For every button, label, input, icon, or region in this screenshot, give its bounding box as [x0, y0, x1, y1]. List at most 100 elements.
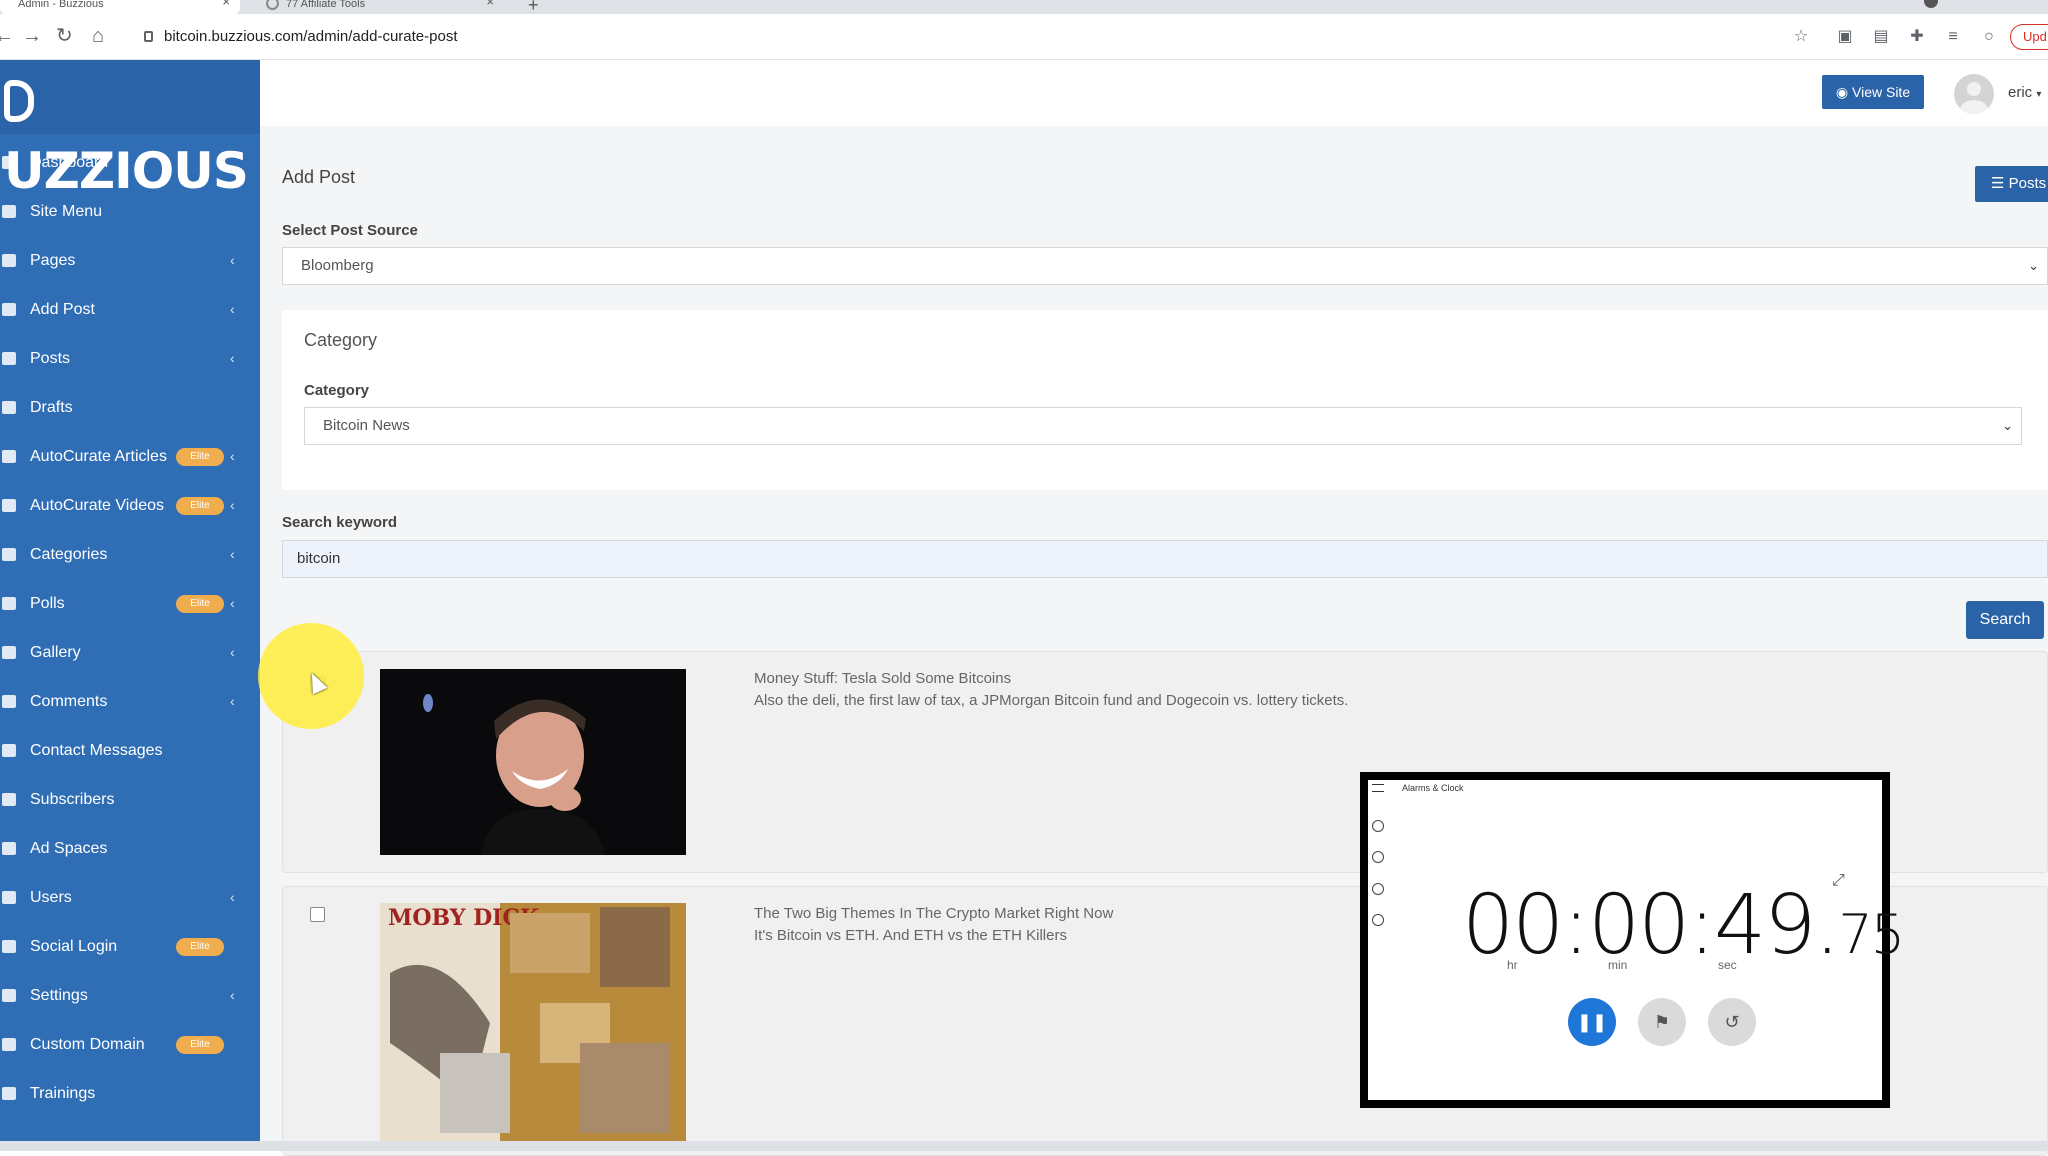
sidebar-item-site-menu[interactable]: Site Menu [0, 187, 260, 236]
lock-icon [144, 31, 153, 42]
sidebar-item-contact-messages[interactable]: Contact Messages [0, 726, 260, 775]
chevron-left-icon[interactable]: ‹ [230, 677, 235, 726]
sidebar-item-icon [2, 842, 16, 855]
tab-title: 77 Affiliate Tools [286, 0, 366, 10]
browser-update-button[interactable]: Upd [2010, 24, 2048, 50]
sidebar-item-icon [2, 695, 16, 708]
sidebar-item-icon [2, 1087, 16, 1100]
sidebar-item-settings[interactable]: Settings ‹ [0, 971, 260, 1020]
sidebar-item-label: Custom Domain [30, 1036, 145, 1053]
browser-tab-bar: Admin - Buzzious × 77 Affiliate Tools × … [0, 0, 2048, 15]
search-keyword-label: Search keyword [282, 514, 398, 531]
chevron-left-icon[interactable]: ‹ [230, 236, 235, 285]
sidebar-item-icon [2, 499, 16, 512]
back-icon[interactable]: ← [0, 24, 14, 48]
profile-icon[interactable]: ○ [1980, 28, 1998, 46]
chevron-left-icon[interactable]: ‹ [230, 432, 235, 481]
sidebar-item-posts[interactable]: Posts ‹ [0, 334, 260, 383]
sidebar-item-label: Site Menu [30, 203, 103, 220]
home-icon[interactable]: ⌂ [92, 24, 104, 48]
pause-icon: ❚❚ [1576, 1012, 1608, 1032]
result-title[interactable]: The Two Big Themes In The Crypto Market … [754, 905, 1113, 922]
hamburger-menu-icon[interactable] [1372, 784, 1384, 792]
sidebar-item-comments[interactable]: Comments ‹ [0, 677, 260, 726]
sidebar-item-add-post[interactable]: Add Post ‹ [0, 285, 260, 334]
chevron-left-icon[interactable]: ‹ [230, 334, 235, 383]
stopwatch-icon[interactable] [1372, 914, 1384, 926]
sidebar-item-label: Polls [30, 595, 65, 612]
alarm-icon[interactable] [1372, 851, 1384, 863]
sidebar-item-pages[interactable]: Pages ‹ [0, 236, 260, 285]
sidebar-item-users[interactable]: Users ‹ [0, 873, 260, 922]
browser-tab-inactive[interactable]: 77 Affiliate Tools × [256, 0, 504, 14]
pause-button[interactable]: ❚❚ [1568, 998, 1616, 1046]
sidebar-item-trainings[interactable]: Trainings [0, 1069, 260, 1118]
view-site-button[interactable]: ◉ View Site [1822, 75, 1924, 109]
post-source-select[interactable]: Bloomberg ⌄ [282, 247, 2048, 285]
sidebar-item-label: Categories [30, 546, 108, 563]
bookmark-star-icon[interactable]: ☆ [1792, 28, 1810, 46]
extension-facebook-icon[interactable]: ▤ [1872, 28, 1890, 46]
search-button[interactable]: Search [1966, 601, 2044, 639]
sidebar-item-icon [2, 450, 16, 463]
reload-icon[interactable]: ↻ [56, 24, 73, 48]
user-menu[interactable]: eric ▾ [2008, 84, 2041, 101]
sidebar-item-ad-spaces[interactable]: Ad Spaces [0, 824, 260, 873]
sidebar-item-dashboard[interactable]: Dashboard [0, 138, 260, 187]
chevron-left-icon[interactable]: ‹ [230, 971, 235, 1020]
url-text: bitcoin.buzzious.com/admin/add-curate-po… [164, 28, 458, 45]
stopwatch-time: 00:00:49.75 [1462, 878, 1905, 973]
chevron-left-icon[interactable]: ‹ [230, 873, 235, 922]
world-clock-icon[interactable] [1372, 883, 1384, 895]
sidebar-item-categories[interactable]: Categories ‹ [0, 530, 260, 579]
category-select[interactable]: Bitcoin News ⌄ [304, 407, 2022, 445]
chevron-left-icon[interactable]: ‹ [230, 481, 235, 530]
sidebar-item-icon [2, 156, 16, 169]
category-label: Category [304, 382, 370, 399]
sidebar-item-icon [2, 1038, 16, 1051]
close-tab-icon[interactable]: × [222, 0, 230, 8]
extension-shield-icon[interactable]: ▣ [1836, 28, 1854, 46]
result-title[interactable]: Money Stuff: Tesla Sold Some Bitcoins [754, 670, 1011, 687]
time-main: 00:00:49. [1462, 878, 1840, 973]
extensions-puzzle-icon[interactable]: ✚ [1908, 28, 1926, 46]
brand-logo[interactable]: UZZIOUS [0, 60, 260, 200]
sidebar-item-icon [2, 401, 16, 414]
sidebar-item-gallery[interactable]: Gallery ‹ [0, 628, 260, 677]
sidebar-item-autocurate-articles[interactable]: AutoCurate Articles Elite ‹ [0, 432, 260, 481]
sidebar-item-label: Settings [30, 987, 88, 1004]
chevron-left-icon[interactable]: ‹ [230, 285, 235, 334]
chevron-left-icon[interactable]: ‹ [230, 628, 235, 677]
page-title: Add Post [282, 167, 356, 187]
sidebar-item-drafts[interactable]: Drafts [0, 383, 260, 432]
sidebar-item-custom-domain[interactable]: Custom Domain Elite [0, 1020, 260, 1069]
reading-list-icon[interactable]: ≡ [1944, 28, 1962, 46]
lap-button[interactable]: ⚑ [1638, 998, 1686, 1046]
profile-dot-icon[interactable] [1924, 0, 1938, 8]
chevron-left-icon[interactable]: ‹ [230, 579, 235, 628]
result-thumbnail: MOBY DICK [380, 903, 686, 1141]
sidebar-item-label: Comments [30, 693, 108, 710]
sidebar-item-autocurate-videos[interactable]: AutoCurate Videos Elite ‹ [0, 481, 260, 530]
reset-icon: ↺ [1724, 1012, 1740, 1032]
result-checkbox[interactable] [310, 907, 325, 922]
sidebar-item-icon [2, 744, 16, 757]
sidebar-item-subscribers[interactable]: Subscribers [0, 775, 260, 824]
browser-tab-active[interactable]: Admin - Buzzious × [0, 0, 240, 14]
reset-button[interactable]: ↺ [1708, 998, 1756, 1046]
close-tab-icon[interactable]: × [486, 0, 494, 8]
sidebar-item-polls[interactable]: Polls Elite ‹ [0, 579, 260, 628]
avatar[interactable] [1954, 74, 1994, 114]
elite-badge: Elite [176, 938, 224, 956]
sidebar-item-label: Gallery [30, 644, 81, 661]
globe-icon [266, 0, 279, 10]
logo-b-icon [4, 79, 34, 122]
chevron-left-icon[interactable]: ‹ [230, 530, 235, 579]
posts-button[interactable]: ☰ Posts [1975, 166, 2048, 202]
sidebar-item-icon [2, 254, 16, 267]
url-field[interactable]: bitcoin.buzzious.com/admin/add-curate-po… [132, 21, 1792, 53]
forward-icon[interactable]: → [22, 24, 42, 48]
search-keyword-input[interactable]: bitcoin [282, 540, 2048, 578]
sidebar-item-social-login[interactable]: Social Login Elite [0, 922, 260, 971]
timer-icon[interactable] [1372, 820, 1384, 832]
